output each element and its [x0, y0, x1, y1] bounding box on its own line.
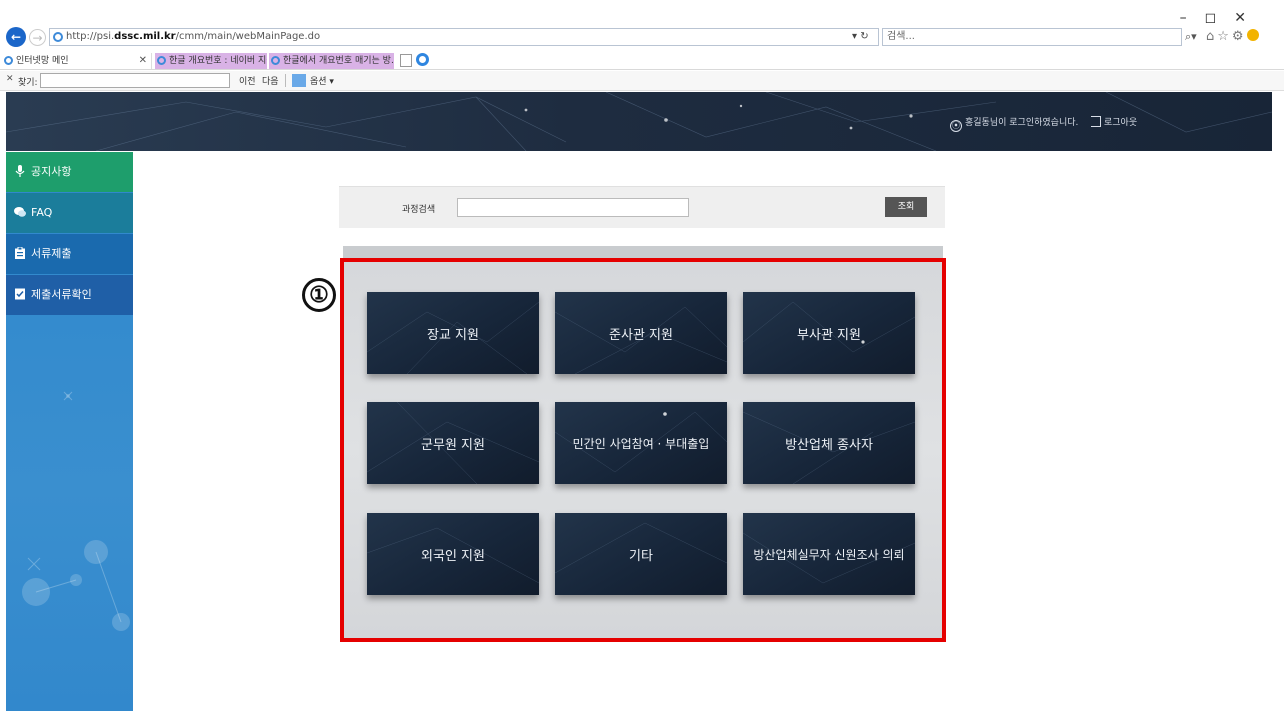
tile-label: 방산업체 종사자 [785, 437, 873, 453]
tile-civilian-business-entry[interactable]: 민간인 사업참여 · 부대출입 [555, 402, 727, 484]
arrow-left-icon: ← [10, 30, 22, 44]
course-search-bar: 과정검색 조회 [339, 186, 945, 228]
tile-officer[interactable]: 장교 지원 [367, 292, 539, 374]
ie-page-icon [53, 32, 63, 42]
login-status-text: 홍길동님이 로그인하였습니다. [965, 118, 1079, 128]
address-row: ← → http://psi.dssc.mil.kr/cmm/main/webM… [0, 24, 1284, 52]
address-domain: dssc.mil.kr [114, 31, 176, 42]
clipboard-icon [15, 247, 25, 259]
address-prefix: http://psi. [66, 31, 115, 42]
microphone-icon [15, 165, 25, 177]
address-bar[interactable]: http://psi.dssc.mil.kr/cmm/main/webMainP… [49, 28, 879, 46]
sidebar-item-faq[interactable]: FAQ [6, 193, 133, 233]
new-tab-button[interactable] [400, 54, 412, 67]
application-type-grid: 장교 지원 준사관 지원 부사관 지원 군무원 지원 민간인 사업참여 · 부대… [340, 258, 946, 642]
sidebar-item-submit-docs[interactable]: 서류제출 [6, 234, 133, 274]
find-options-button[interactable]: 옵션 ▾ [310, 74, 334, 87]
close-icon[interactable]: ✕ [6, 74, 14, 84]
forward-button[interactable]: → [29, 29, 46, 46]
find-input[interactable] [40, 73, 230, 88]
tile-defense-industry-background-check[interactable]: 방산업체실무자 신원조사 의뢰 [743, 513, 915, 595]
tab-naver[interactable]: 한글 개요번호 : 네이버 지식iN... [155, 53, 267, 69]
tile-other[interactable]: 기타 [555, 513, 727, 595]
tab-label: 한글에서 개요번호 매기는 방... [283, 56, 394, 66]
ie-logo-icon[interactable] [416, 53, 429, 66]
refresh-button[interactable]: ▾ ↻ [852, 28, 869, 46]
ie-tab-icon [4, 56, 13, 65]
tile-foreigner[interactable]: 외국인 지원 [367, 513, 539, 595]
grid-top-bar [343, 246, 943, 258]
browser-search-input[interactable]: 검색... [882, 28, 1182, 46]
tab-label: 인터넷망 메인 [16, 56, 69, 66]
find-label: 찾기: [18, 78, 38, 88]
sidebar-item-label: FAQ [31, 206, 53, 219]
sidebar-item-notice[interactable]: 공지사항 [6, 152, 133, 192]
course-search-label: 과정검색 [402, 205, 436, 215]
tile-label: 민간인 사업참여 · 부대출입 [572, 436, 710, 451]
tile-label: 군무원 지원 [421, 437, 485, 453]
sidebar-item-label: 제출서류확인 [31, 288, 92, 301]
find-bar: ✕ 찾기: 이전 다음 옵션 ▾ [0, 71, 1284, 91]
tab-label: 한글 개요번호 : 네이버 지식iN... [169, 56, 267, 66]
user-icon: ⦿ [950, 120, 962, 132]
screen: –◻✕ ← → http://psi.dssc.mil.kr/cmm/main/… [0, 0, 1284, 716]
ie-tab-icon [157, 56, 166, 65]
search-icon[interactable]: ⌕▾ [1185, 28, 1197, 46]
logout-button[interactable]: 로그아웃 [1091, 115, 1137, 128]
address-path: /cmm/main/webMainPage.do [175, 31, 321, 42]
home-star-gear-icon[interactable]: ⌂☆⚙ [1206, 29, 1247, 44]
molecule-decoration-icon [22, 391, 130, 631]
smiley-icon[interactable] [1246, 29, 1259, 41]
divider [285, 74, 286, 87]
tile-label: 기타 [629, 548, 653, 564]
tile-label: 부사관 지원 [797, 327, 861, 343]
find-next-button[interactable]: 다음 [262, 74, 279, 87]
header-network-pattern [6, 92, 1272, 151]
sidebar: 공지사항 FAQ 서류제출 제출서류확인 [6, 152, 133, 711]
tile-label: 준사관 지원 [609, 327, 673, 343]
back-button[interactable]: ← [6, 27, 26, 47]
tile-nco[interactable]: 부사관 지원 [743, 292, 915, 374]
tile-label: 외국인 지원 [421, 548, 485, 564]
site-header: ⦿ 홍길동님이 로그인하였습니다. 로그아웃 [6, 92, 1272, 151]
sidebar-item-label: 서류제출 [31, 247, 72, 260]
browser-toolbar-icons[interactable]: ⌂☆⚙ [1206, 28, 1259, 46]
course-search-input[interactable] [457, 198, 689, 217]
sidebar-item-check-docs[interactable]: 제출서류확인 [6, 275, 133, 315]
tile-label: 장교 지원 [427, 327, 479, 343]
chat-bubble-icon [14, 207, 26, 217]
logout-label: 로그아웃 [1104, 118, 1138, 128]
tile-defense-industry-worker[interactable]: 방산업체 종사자 [743, 402, 915, 484]
checklist-icon [15, 288, 25, 300]
annotation-marker: ① [302, 278, 336, 312]
tile-warrant-officer[interactable]: 준사관 지원 [555, 292, 727, 374]
sidebar-item-label: 공지사항 [31, 165, 72, 178]
tab-main[interactable]: 인터넷망 메인 ✕ [2, 53, 152, 69]
login-status: ⦿ 홍길동님이 로그인하였습니다. [950, 115, 1078, 132]
logout-icon [1091, 116, 1101, 127]
ie-tab-icon [271, 56, 280, 65]
tab-hangul[interactable]: 한글에서 개요번호 매기는 방... [269, 53, 394, 69]
tile-civilian-employee[interactable]: 군무원 지원 [367, 402, 539, 484]
arrow-right-icon: → [32, 30, 43, 45]
tab-bar: 인터넷망 메인 ✕ 한글 개요번호 : 네이버 지식iN... 한글에서 개요번… [0, 52, 1284, 70]
highlight-icon[interactable] [292, 74, 306, 87]
find-prev-button[interactable]: 이전 [239, 74, 256, 87]
close-icon[interactable]: ✕ [139, 53, 147, 69]
tile-label: 방산업체실무자 신원조사 의뢰 [753, 547, 905, 562]
search-button[interactable]: 조회 [885, 197, 927, 217]
